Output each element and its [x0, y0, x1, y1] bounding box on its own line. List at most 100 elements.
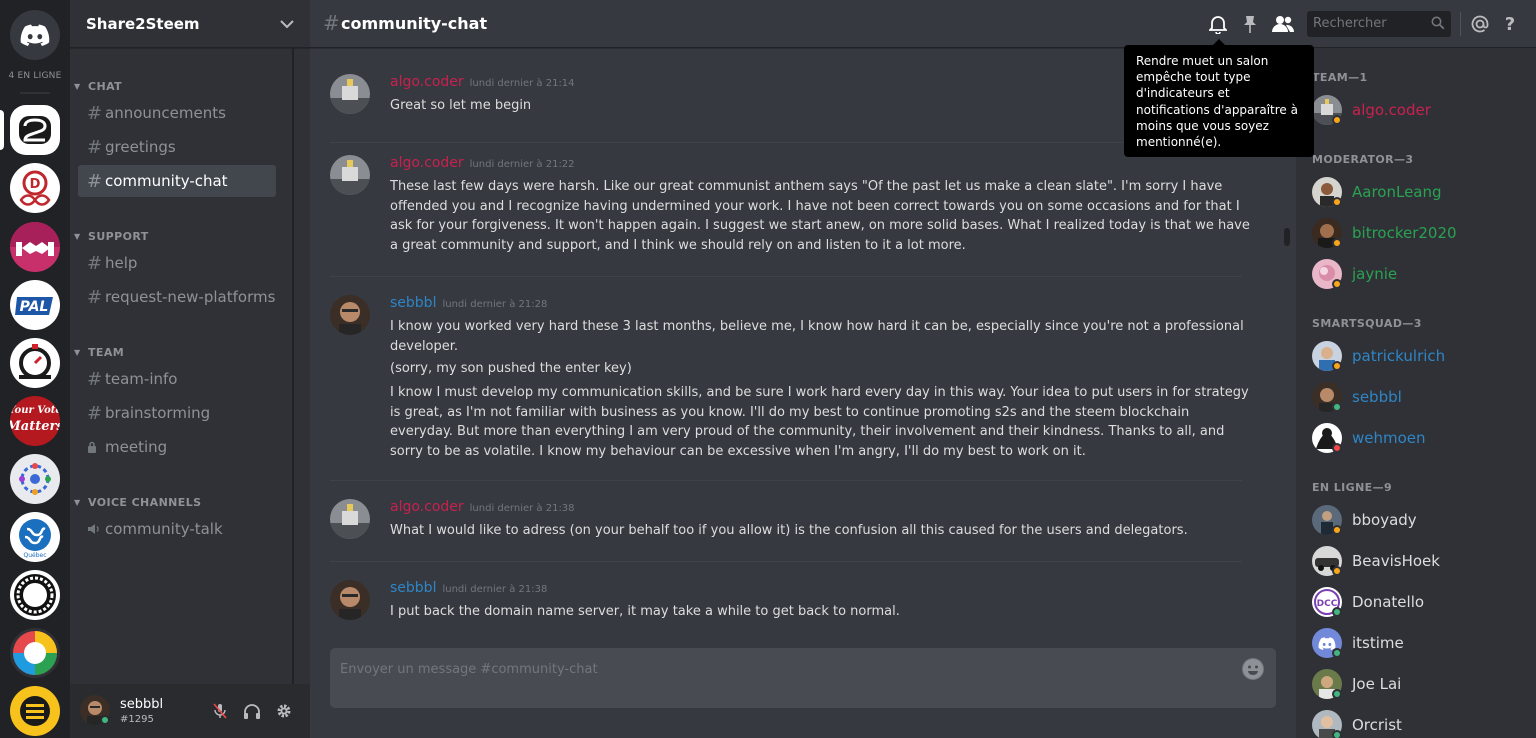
guild-name: Share2Steem: [86, 14, 200, 33]
share2steem-logo-icon: [19, 116, 51, 144]
member-group-header: TEAM—1: [1312, 71, 1368, 84]
member-item[interactable]: BeavisHoek: [1312, 543, 1522, 579]
mute-microphone-icon[interactable]: [210, 701, 230, 721]
status-online-icon: [1332, 730, 1342, 738]
member-list-icon[interactable]: [1271, 12, 1295, 36]
avatar[interactable]: [80, 695, 110, 725]
member-item[interactable]: Orcrist: [1312, 707, 1522, 738]
member-item[interactable]: patrickulrich: [1312, 338, 1522, 374]
server-dlive[interactable]: D: [10, 163, 60, 213]
member-item[interactable]: AaronLeang: [1312, 174, 1522, 210]
message-author[interactable]: algo.coder: [390, 155, 464, 171]
current-user-tag: #1295: [120, 714, 154, 725]
message-timestamp: lundi dernier à 21:14: [469, 78, 575, 89]
book-logo-icon: [20, 696, 50, 726]
avatar: [1312, 177, 1342, 207]
member-item[interactable]: Joe Lai: [1312, 666, 1522, 702]
channel-announcements[interactable]: # announcements: [78, 97, 276, 129]
channel-community-talk[interactable]: community-talk: [78, 513, 276, 545]
category-voice-channels[interactable]: ▼ VOICE CHANNELS: [74, 494, 201, 510]
chevron-down-icon: ▼: [74, 347, 81, 357]
channel-label: help: [105, 254, 138, 272]
svg-text:PAL: PAL: [20, 299, 49, 315]
server-yellow-book[interactable]: [10, 686, 60, 736]
message-author[interactable]: algo.coder: [390, 499, 464, 515]
member-item[interactable]: sebbbl: [1312, 379, 1522, 415]
channel-request-new-platforms[interactable]: # request-new-platforms: [78, 281, 276, 313]
channel-label: meeting: [105, 438, 168, 456]
channel-label: team-info: [105, 370, 178, 388]
notification-bell-icon[interactable]: [1206, 12, 1230, 36]
message-author[interactable]: sebbbl: [390, 580, 436, 596]
search-input[interactable]: Rechercher: [1307, 11, 1451, 37]
server-community-circle[interactable]: [10, 454, 60, 504]
server-stopwatch[interactable]: [10, 338, 60, 388]
pin-icon[interactable]: [1238, 12, 1262, 36]
home-button[interactable]: [10, 10, 60, 60]
chevron-down-icon: ▼: [74, 231, 81, 241]
help-icon[interactable]: ?: [1498, 12, 1522, 36]
member-item[interactable]: itstime: [1312, 625, 1522, 661]
channel-label: brainstorming: [105, 404, 211, 422]
chat-header: # community-chat Rechercher ?: [310, 0, 1536, 48]
gear-icon[interactable]: [274, 701, 294, 721]
hash-icon: #: [87, 170, 103, 192]
server-steem-quebec[interactable]: Québec: [10, 512, 60, 562]
channel-help[interactable]: # help: [78, 247, 276, 279]
message-author[interactable]: algo.coder: [390, 74, 464, 90]
svg-text:D: D: [30, 177, 41, 192]
channel-greetings[interactable]: # greetings: [78, 131, 276, 163]
message-timestamp: lundi dernier à 21:38: [442, 584, 548, 595]
member-item[interactable]: wehmoen: [1312, 420, 1522, 456]
locked-hash-icon: #: [87, 368, 103, 390]
member-item[interactable]: jaynie: [1312, 256, 1522, 292]
server-share2steem[interactable]: [10, 105, 60, 155]
channel-meeting[interactable]: meeting: [78, 431, 276, 463]
member-name: sebbbl: [1352, 388, 1402, 406]
channel-community-chat[interactable]: # community-chat: [78, 165, 276, 197]
avatar[interactable]: [330, 580, 370, 620]
avatar: DCC: [1312, 587, 1342, 617]
avatar[interactable]: [330, 155, 370, 195]
chat-scrollbar-thumb[interactable]: [1284, 228, 1290, 246]
server-handshake[interactable]: [10, 222, 60, 272]
member-item[interactable]: bitrocker2020: [1312, 215, 1522, 251]
people-circle-logo-icon: [19, 463, 51, 495]
channel-team-info[interactable]: # team-info: [78, 363, 276, 395]
member-name: itstime: [1352, 634, 1404, 652]
color-ring-logo-icon: [13, 631, 57, 675]
message-timestamp: lundi dernier à 21:38: [469, 503, 575, 514]
svg-text:Your Vote: Your Vote: [10, 405, 60, 416]
member-item[interactable]: algo.coder: [1312, 92, 1522, 128]
server-pal[interactable]: PAL: [10, 280, 60, 330]
member-item[interactable]: DCC Donatello: [1312, 584, 1522, 620]
message-author[interactable]: sebbbl: [390, 295, 436, 311]
member-name: bitrocker2020: [1352, 224, 1457, 242]
channel-brainstorming[interactable]: # brainstorming: [78, 397, 276, 429]
server-ouroboros[interactable]: [10, 570, 60, 620]
message-input[interactable]: [340, 658, 1220, 680]
server-your-vote-matters[interactable]: Your Vote Matters: [10, 396, 60, 446]
category-team[interactable]: ▼ TEAM: [74, 344, 124, 360]
guild-header[interactable]: Share2Steem: [70, 0, 310, 48]
server-color-ring[interactable]: [10, 628, 60, 678]
hash-icon: #: [87, 102, 103, 124]
discord-app: 4 EN LIGNE D PAL Your Vote atter Québec …: [0, 0, 1536, 738]
status-online-icon: [1332, 607, 1342, 617]
headphones-icon[interactable]: [242, 701, 262, 721]
member-item[interactable]: bboyady: [1312, 502, 1522, 538]
avatar[interactable]: [330, 74, 370, 114]
channel-title: community-chat: [341, 14, 488, 33]
message-text: I know I must develop my communication s…: [390, 385, 1249, 459]
steem-logo-icon: Québec: [19, 519, 51, 559]
avatar[interactable]: [330, 499, 370, 539]
avatar[interactable]: [330, 295, 370, 335]
channel-label: request-new-platforms: [105, 288, 276, 306]
speaker-icon: [87, 519, 105, 540]
message-header: algo.coder lundi dernier à 21:14: [390, 74, 575, 90]
sidebar-scrollbar[interactable]: [292, 48, 294, 684]
emoji-icon[interactable]: [1242, 658, 1264, 680]
category-chat[interactable]: ▼ CHAT: [74, 78, 122, 94]
category-support[interactable]: ▼ SUPPORT: [74, 228, 149, 244]
mentions-icon[interactable]: [1468, 12, 1492, 36]
